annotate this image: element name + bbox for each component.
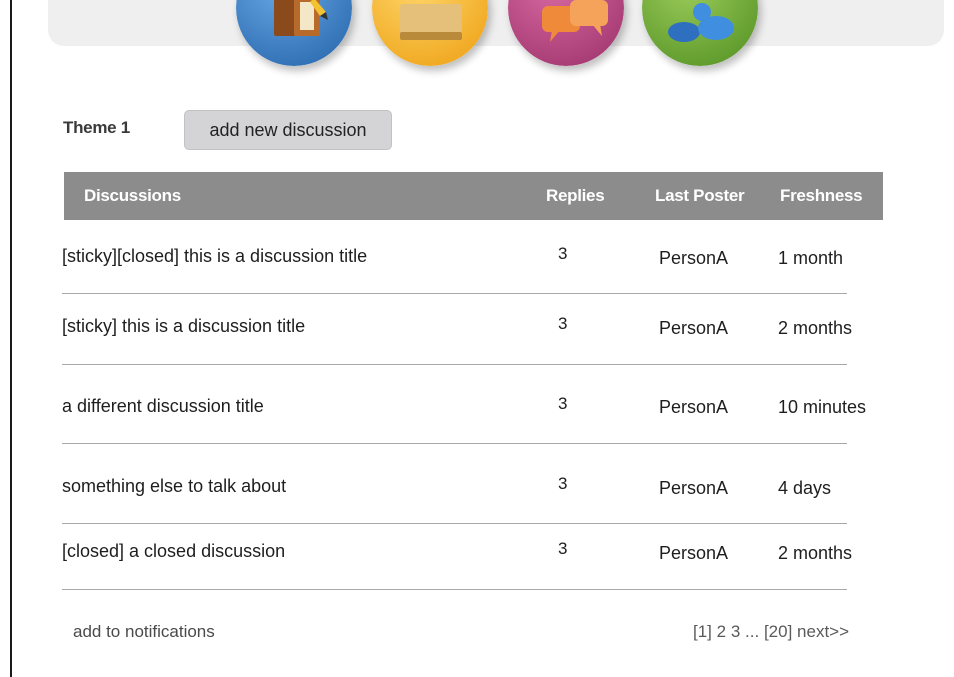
- row-divider: [62, 589, 847, 590]
- row-divider: [62, 443, 847, 444]
- pagination: [1] 2 3 ... [20] next>>: [693, 622, 849, 642]
- add-discussion-button[interactable]: add new discussion: [184, 110, 392, 150]
- freshness-value: 10 minutes: [778, 397, 867, 417]
- last-poster-link[interactable]: PersonA: [659, 478, 728, 499]
- pagination-page-3[interactable]: 3: [731, 622, 740, 641]
- top-nav-bar: [48, 0, 944, 46]
- last-poster-link[interactable]: PersonA: [659, 248, 728, 269]
- freshness-value: 1 month: [778, 248, 844, 268]
- people-icon[interactable]: [642, 0, 758, 66]
- freshness-value: 2 months: [778, 318, 853, 338]
- replies-count: 3: [558, 244, 568, 263]
- section-title: Theme 1: [63, 118, 130, 137]
- book-pencil-icon[interactable]: [236, 0, 352, 66]
- replies-count: 3: [558, 394, 568, 413]
- pagination-last-page[interactable]: [20]: [764, 622, 792, 641]
- column-header-discussions[interactable]: Discussions: [84, 186, 181, 206]
- last-poster-link[interactable]: PersonA: [659, 318, 728, 339]
- last-poster-link[interactable]: PersonA: [659, 543, 728, 564]
- row-divider: [62, 364, 847, 365]
- replies-count: 3: [558, 539, 568, 558]
- row-divider: [62, 523, 847, 524]
- row-divider: [62, 293, 847, 294]
- column-header-freshness[interactable]: Freshness: [780, 186, 863, 206]
- last-poster-link[interactable]: PersonA: [659, 397, 728, 418]
- column-header-replies[interactable]: Replies: [546, 186, 605, 206]
- discussion-title-link[interactable]: [closed] a closed discussion: [62, 541, 285, 562]
- pagination-ellipsis: ...: [745, 622, 760, 641]
- discussion-title-link[interactable]: something else to talk about: [62, 476, 286, 497]
- folder-icon[interactable]: [372, 0, 488, 66]
- discussion-title-link[interactable]: [sticky] this is a discussion title: [62, 316, 305, 337]
- discussion-title-link[interactable]: [sticky][closed] this is a discussion ti…: [62, 246, 367, 267]
- column-header-last-poster[interactable]: Last Poster: [655, 186, 745, 206]
- page: Theme 1 add new discussion Discussions R…: [0, 0, 954, 677]
- replies-count: 3: [558, 314, 568, 333]
- freshness-value: 4 days: [778, 478, 832, 498]
- left-border: [10, 0, 12, 677]
- chat-bubbles-icon[interactable]: [508, 0, 624, 66]
- pagination-current-page[interactable]: [1]: [693, 622, 712, 641]
- replies-count: 3: [558, 474, 568, 493]
- table-header: Discussions Replies Last Poster Freshnes…: [64, 172, 883, 220]
- freshness-value: 2 months: [778, 543, 853, 563]
- discussion-title-link[interactable]: a different discussion title: [62, 396, 264, 417]
- pagination-page-2[interactable]: 2: [717, 622, 726, 641]
- pagination-next[interactable]: next>>: [797, 622, 849, 641]
- add-to-notifications-link[interactable]: add to notifications: [73, 622, 215, 642]
